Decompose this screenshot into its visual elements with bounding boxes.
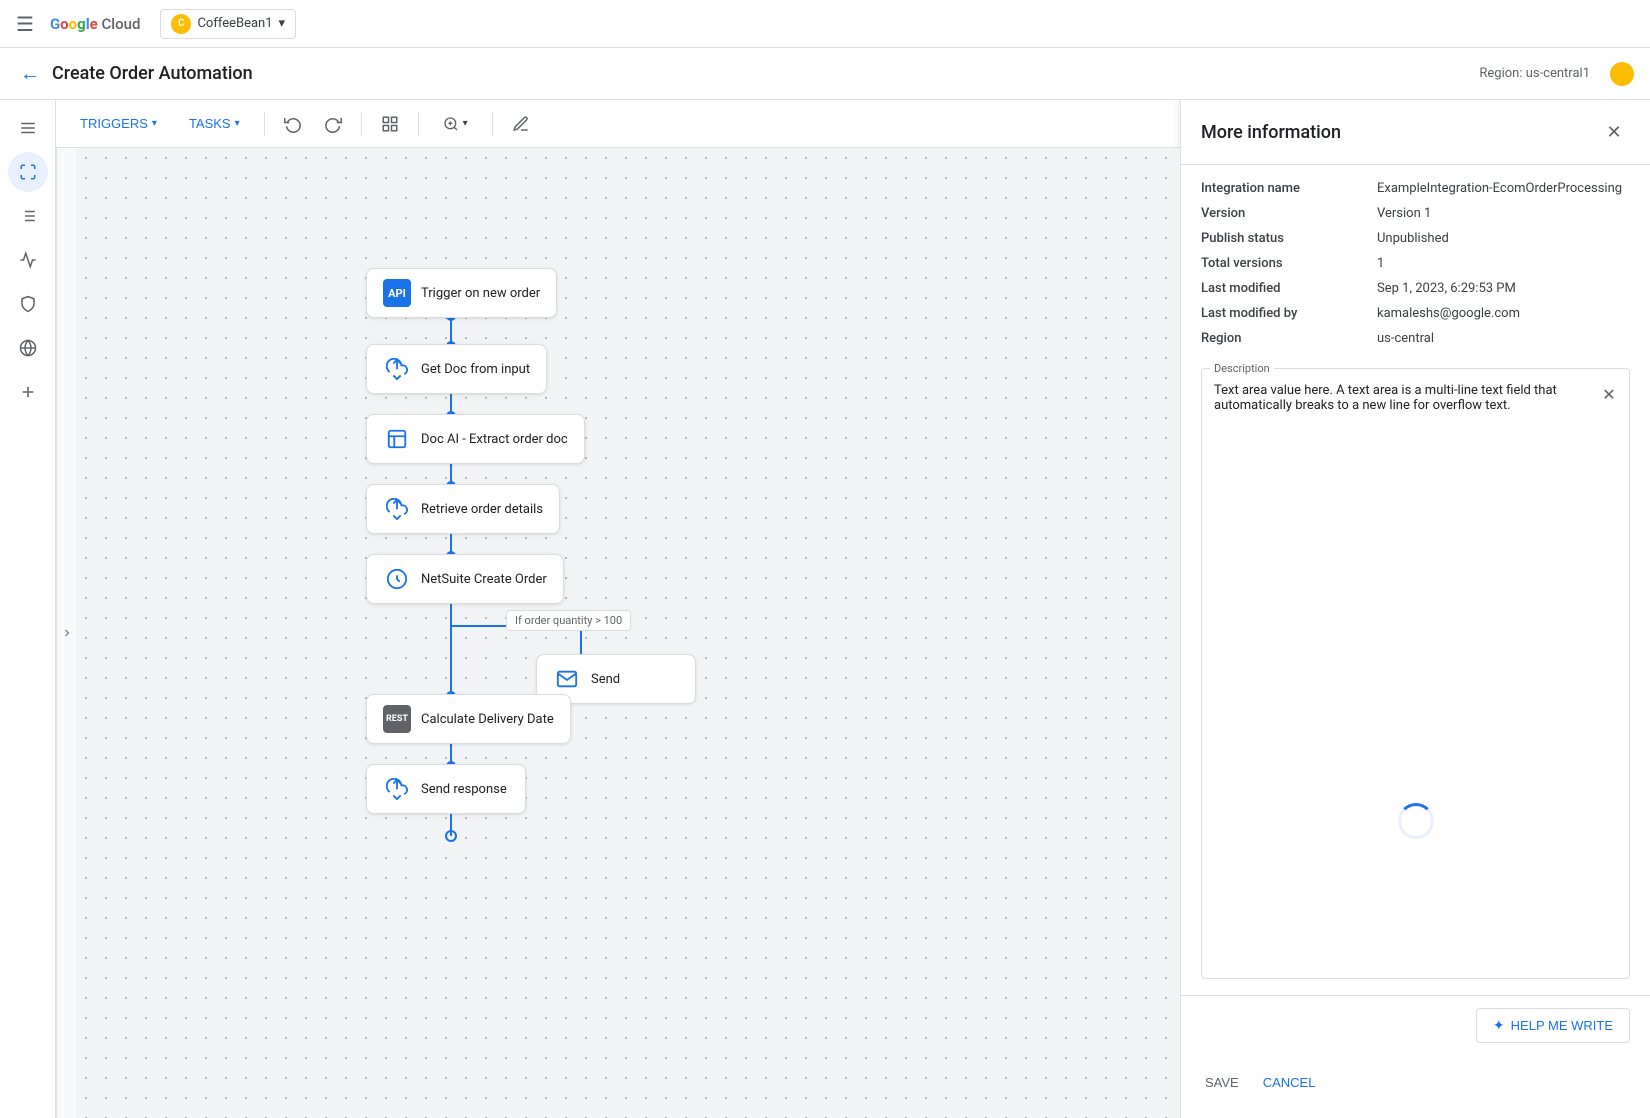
field-label-region: Region [1201, 331, 1361, 346]
back-button[interactable]: ← [16, 57, 44, 90]
field-value-integration-name: ExampleIntegration-EcomOrderProcessing [1377, 181, 1630, 196]
node-doc-ai-label: Doc AI - Extract order doc [421, 432, 568, 447]
tasks-dropdown-icon: ▾ [235, 118, 240, 129]
page-title: Create Order Automation [52, 63, 1471, 84]
node-calculate-label: Calculate Delivery Date [421, 712, 554, 727]
loading-spinner [1398, 803, 1434, 839]
tasks-label: TASKS [189, 116, 231, 131]
help-me-write-button[interactable]: ✦ HELP ME WRITE [1476, 1008, 1630, 1043]
node-retrieve-icon [383, 495, 411, 523]
node-email-icon [553, 665, 581, 693]
toolbar-divider-4 [492, 112, 493, 136]
field-value-last-modified: Sep 1, 2023, 6:29:53 PM [1377, 281, 1630, 296]
right-panel: More information ✕ Integration name Exam… [1180, 100, 1650, 1118]
sidebar-item-integration[interactable] [8, 152, 48, 192]
panel-actions: ✦ HELP ME WRITE [1181, 995, 1650, 1059]
node-netsuite[interactable]: NetSuite Create Order [366, 554, 564, 604]
google-cloud-logo: Google Cloud [50, 15, 141, 33]
node-netsuite-label: NetSuite Create Order [421, 572, 547, 587]
sidebar-item-analytics[interactable] [8, 240, 48, 280]
layout-button[interactable] [374, 108, 406, 140]
node-netsuite-icon [383, 565, 411, 593]
topbar: ☰ Google Cloud C CoffeeBean1 ▾ [0, 0, 1650, 48]
triggers-button[interactable]: TRIGGERS ▾ [68, 110, 169, 137]
node-calculate[interactable]: REST Calculate Delivery Date [366, 694, 571, 744]
field-value-publish-status: Unpublished [1377, 231, 1630, 246]
panel-header: More information ✕ [1181, 100, 1650, 165]
description-section: Description Text area value here. A text… [1181, 362, 1650, 995]
node-docai-icon [383, 425, 411, 453]
node-api-icon: API [383, 279, 411, 307]
node-send-response[interactable]: Send response [366, 764, 526, 814]
project-name: CoffeeBean1 [197, 16, 272, 31]
node-doc-ai[interactable]: Doc AI - Extract order doc [366, 414, 585, 464]
field-label-last-modified-by: Last modified by [1201, 306, 1361, 321]
undo-button[interactable] [277, 108, 309, 140]
status-dot [1610, 62, 1634, 86]
toolbar-divider-3 [418, 112, 419, 136]
panel-collapse-handle[interactable] [56, 148, 76, 1118]
secondary-toolbar: ← Create Order Automation Region: us-cen… [0, 48, 1650, 100]
tasks-button[interactable]: TASKS ▾ [177, 110, 252, 137]
project-selector[interactable]: C CoffeeBean1 ▾ [160, 9, 296, 39]
condition-label: If order quantity > 100 [506, 610, 631, 631]
field-value-region: us-central [1377, 331, 1630, 346]
field-label-integration-name: Integration name [1201, 181, 1361, 196]
project-avatar: C [171, 14, 191, 34]
triggers-label: TRIGGERS [80, 116, 148, 131]
panel-footer: SAVE CANCEL [1181, 1059, 1650, 1118]
sidebar-item-globe[interactable] [8, 328, 48, 368]
field-value-total-versions: 1 [1377, 256, 1630, 271]
sidebar-item-list[interactable] [8, 196, 48, 236]
triggers-dropdown-icon: ▾ [152, 118, 157, 129]
node-retrieve[interactable]: Retrieve order details [366, 484, 560, 534]
description-textarea[interactable]: Text area value here. A text area is a m… [1202, 375, 1629, 665]
field-label-publish-status: Publish status [1201, 231, 1361, 246]
sparkle-icon: ✦ [1493, 1017, 1505, 1034]
menu-icon[interactable]: ☰ [12, 8, 38, 40]
canvas-area: TRIGGERS ▾ TASKS ▾ ▾ [56, 100, 1180, 1118]
node-get-doc[interactable]: Get Doc from input [366, 344, 547, 394]
node-trigger-label: Trigger on new order [421, 286, 540, 301]
save-button[interactable]: SAVE [1201, 1067, 1243, 1098]
canvas-toolbar: TRIGGERS ▾ TASKS ▾ ▾ [56, 100, 1180, 148]
pen-button[interactable] [505, 108, 537, 140]
node-trigger[interactable]: API Trigger on new order [366, 268, 557, 318]
field-value-version: Version 1 [1377, 206, 1630, 221]
cancel-button[interactable]: CANCEL [1259, 1067, 1320, 1098]
zoom-button[interactable]: ▾ [431, 110, 480, 138]
redo-button[interactable] [317, 108, 349, 140]
info-grid: Integration name ExampleIntegration-Ecom… [1181, 165, 1650, 362]
node-send-response-label: Send response [421, 782, 507, 797]
help-me-write-label: HELP ME WRITE [1511, 1018, 1613, 1033]
sidebar-item-settings[interactable] [8, 372, 48, 412]
field-label-total-versions: Total versions [1201, 256, 1361, 271]
toolbar-divider-1 [264, 112, 265, 136]
node-retrieve-label: Retrieve order details [421, 502, 543, 517]
field-value-last-modified-by: kamaleshs@google.com [1377, 306, 1630, 321]
node-response-icon [383, 775, 411, 803]
panel-close-button[interactable]: ✕ [1598, 116, 1630, 148]
node-rest-icon: REST [383, 705, 411, 733]
region-info: Region: us-central1 [1479, 66, 1590, 81]
description-legend: Description [1210, 362, 1274, 375]
sidebar-item-security[interactable] [8, 284, 48, 324]
description-clear-button[interactable]: ✕ [1597, 383, 1621, 407]
field-label-version: Version [1201, 206, 1361, 221]
workflow-canvas[interactable]: API Trigger on new order Get Doc from in… [76, 148, 1180, 1118]
main-content: TRIGGERS ▾ TASKS ▾ ▾ [0, 100, 1650, 1118]
toolbar-divider-2 [361, 112, 362, 136]
left-sidebar [0, 100, 56, 1118]
sidebar-item-menu[interactable] [8, 108, 48, 148]
spinner-area [1202, 665, 1629, 979]
project-dropdown-icon: ▾ [279, 16, 286, 31]
description-fieldset: Description Text area value here. A text… [1201, 362, 1630, 979]
flow-connections [76, 148, 1180, 1118]
node-send-label: Send [591, 672, 620, 687]
field-label-last-modified: Last modified [1201, 281, 1361, 296]
zoom-dropdown-icon: ▾ [463, 118, 468, 129]
panel-title: More information [1201, 122, 1341, 143]
node-get-doc-label: Get Doc from input [421, 362, 530, 377]
node-connector-icon-1 [383, 355, 411, 383]
